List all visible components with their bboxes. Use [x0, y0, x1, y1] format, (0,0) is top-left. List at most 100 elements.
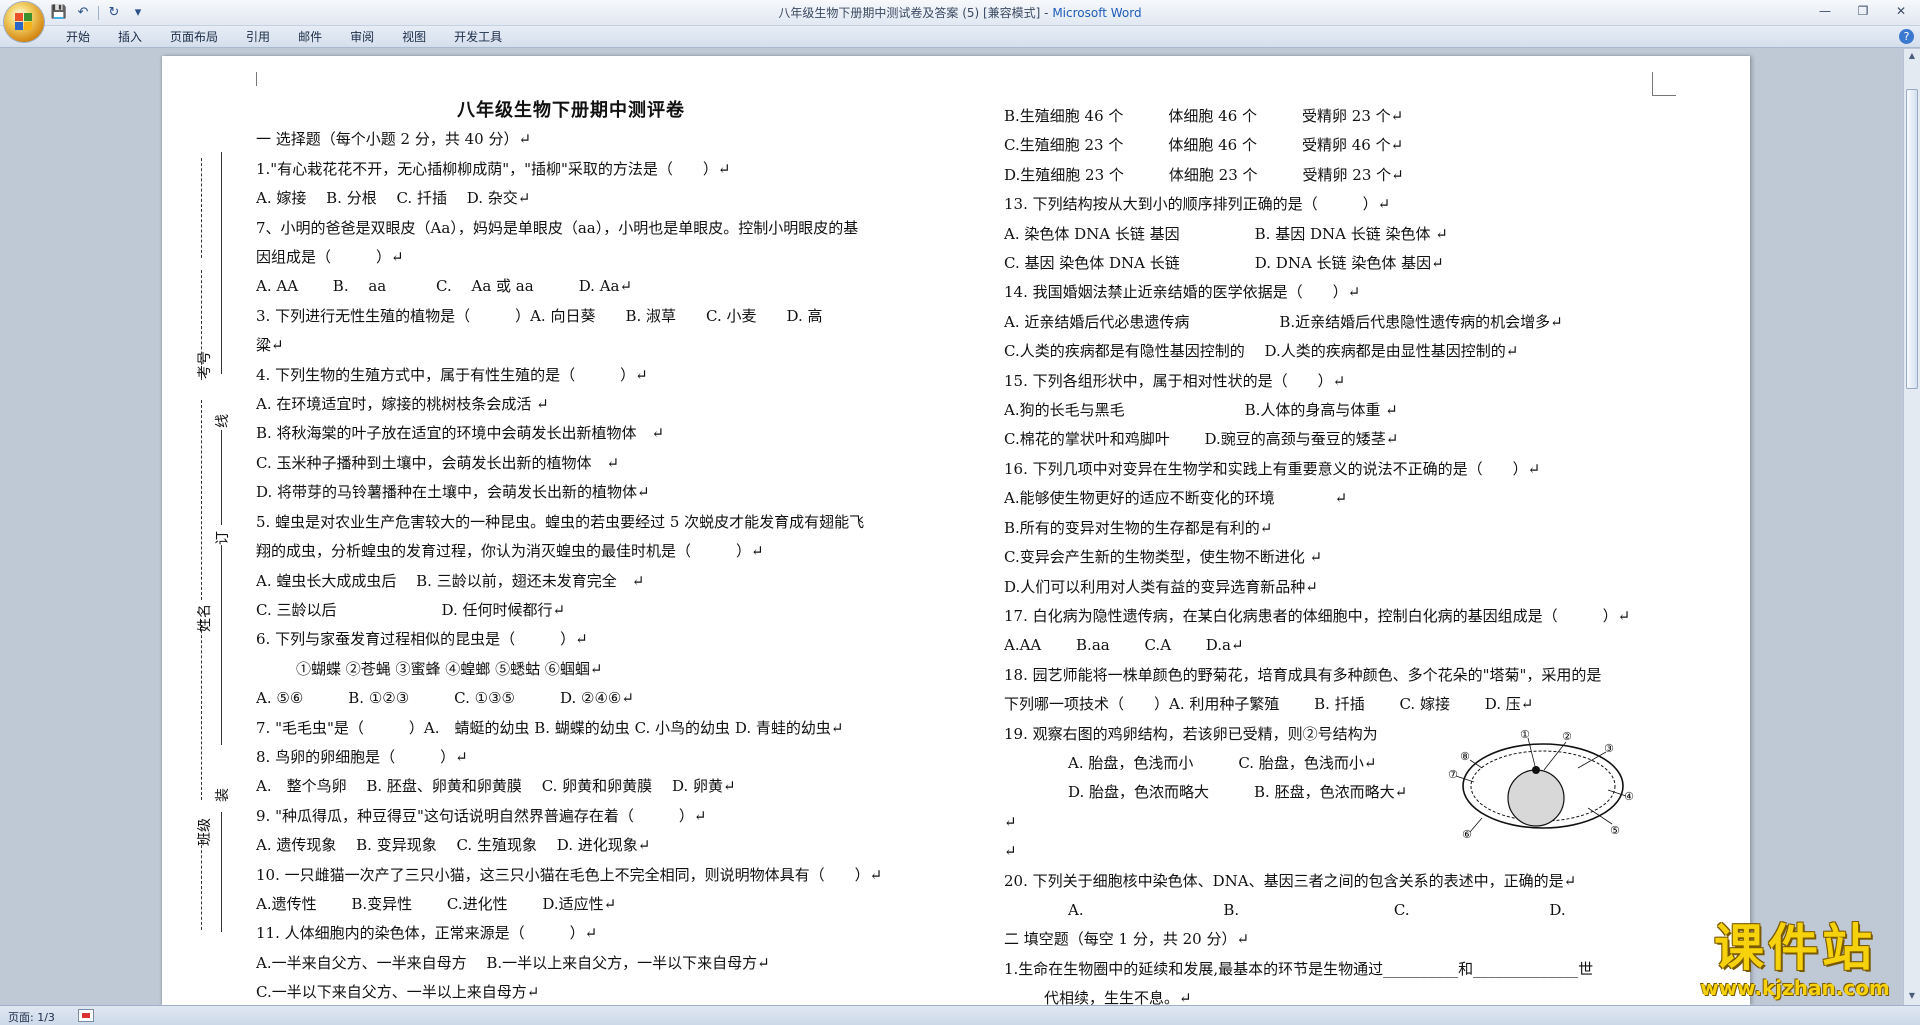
margin-start-mark: [256, 72, 257, 86]
left-line: C.一半以下来自父方、一半以上来自母方↵: [256, 983, 540, 1002]
margin-label-ding: 订: [215, 531, 231, 545]
right-line: 16. 下列几项中对变异在生物学和实践上有重要意义的说法不正确的是（ ）↵: [1004, 459, 1541, 478]
left-line: 7. "毛毛虫"是（ ）A. 蜻蜓的幼虫 B. 蝴蝶的幼虫 C. 小鸟的幼虫 D…: [256, 718, 844, 737]
right-line: C. 基因 染色体 DNA 长链 D. DNA 长链 染色体 基因↵: [1004, 254, 1444, 273]
right-line: 二 填空题（每空 1 分，共 20 分）↵: [1004, 930, 1250, 949]
left-line: A. 嫁接 B. 分根 C. 扦插 D. 杂交↵: [256, 189, 531, 208]
right-line: 20. 下列关于细胞核中染色体、DNA、基因三者之间的包含关系的表述中，正确的是…: [1004, 871, 1577, 890]
left-line: C. 玉米种子播种到土壤中，会萌发长出新的植物体 ↵: [256, 453, 620, 472]
binding-solid-line: [221, 430, 222, 525]
right-line: ↵: [1004, 842, 1017, 861]
right-line: A.AA B.aa C.A D.a↵: [1004, 636, 1244, 655]
tab-view[interactable]: 视图: [388, 29, 440, 45]
close-icon[interactable]: ✕: [1890, 2, 1912, 20]
right-line: A. 近亲结婚后代必患遗传病 B.近亲结婚后代患隐性遗传病的机会增多↵: [1004, 312, 1563, 331]
proofing-icon[interactable]: [78, 1009, 94, 1022]
left-line: 9. "种瓜得瓜，种豆得豆"这句话说明自然界普遍存在着（ ）↵: [256, 806, 707, 825]
tab-references[interactable]: 引用: [232, 29, 284, 45]
tab-page-layout[interactable]: 页面布局: [156, 29, 232, 45]
left-line: 6. 下列与家蚕发育过程相似的昆虫是（ ）↵: [256, 630, 588, 649]
left-line: A.遗传性 B.变异性 C.进化性 D.适应性↵: [256, 894, 617, 913]
watermark-url: www.kjzhan.com: [1700, 976, 1890, 1000]
egg-label-1: ①: [1520, 728, 1530, 741]
title-bar: 💾 ↶ ↻ ▾ 八年级生物下册期中测试卷及答案 (5) [兼容模式] - Mic…: [0, 0, 1920, 26]
right-line: D.人们可以利用对人类有益的变异选育新品种↵: [1004, 577, 1318, 596]
right-line: D.生殖细胞 23 个 体细胞 23 个 受精卵 23 个↵: [1004, 165, 1404, 184]
binding-solid-line: [221, 545, 222, 745]
right-line: 下列哪一项技术（ ）A. 利用种子繁殖 B. 扦插 C. 嫁接 D. 压↵: [1004, 695, 1534, 714]
restore-icon[interactable]: ❐: [1852, 2, 1874, 20]
tab-developer[interactable]: 开发工具: [440, 29, 516, 45]
margin-label-zhuang: 装: [215, 788, 231, 802]
left-line: A. ⑤⑥ B. ①②③ C. ①③⑤ D. ②④⑥↵: [256, 689, 634, 708]
right-line: A. 染色体 DNA 长链 基因 B. 基因 DNA 长链 染色体 ↵: [1004, 224, 1448, 243]
page-indicator[interactable]: 页面: 1/3: [8, 1009, 55, 1025]
left-line: 粱↵: [256, 336, 284, 355]
margin-label-exam-no: 考号: [197, 351, 213, 379]
binding-dash-line: [201, 400, 202, 600]
right-line: C.生殖细胞 23 个 体细胞 46 个 受精卵 46 个↵: [1004, 136, 1404, 155]
office-logo-part: [15, 22, 23, 30]
right-line: A.能够使生物更好的适应不断变化的环境 ↵: [1004, 489, 1348, 508]
right-line: 14. 我国婚姻法禁止近亲结婚的医学依据是（ ）↵: [1004, 283, 1361, 302]
right-line: C.棉花的掌状叶和鸡脚叶 D.豌豆的高颈与蚕豆的矮茎↵: [1004, 430, 1399, 449]
left-line: A. 蝗虫长大成成虫后 B. 三龄以前，翅还未发育完全 ↵: [256, 571, 645, 590]
left-line: A. 整个鸟卵 B. 胚盘、卵黄和卵黄膜 C. 卵黄和卵黄膜 D. 卵黄↵: [256, 777, 736, 796]
office-logo-part: [24, 22, 32, 30]
egg-label-3: ③: [1604, 742, 1614, 755]
left-line: D. 将带芽的马铃薯播种在土壤中，会萌发长出新的植物体↵: [256, 483, 650, 502]
right-line: 1.生命在生物圈中的延续和发展,最基本的环节是生物通过__________和__…: [1004, 959, 1594, 978]
left-line: 11. 人体细胞内的染色体，正常来源是（ ）↵: [256, 924, 598, 943]
app-name: Microsoft Word: [1052, 6, 1142, 20]
tab-mailings[interactable]: 邮件: [284, 29, 336, 45]
right-line: A.狗的长毛与黑毛 B.人体的身高与体重 ↵: [1004, 401, 1398, 420]
scroll-up-icon[interactable]: ▲: [1906, 51, 1918, 63]
ribbon-tabs: 开始 插入 页面布局 引用 邮件 审阅 视图 开发工具: [52, 29, 516, 45]
watermark-logo: 课件站 www.kjzhan.com: [1670, 920, 1920, 1002]
label-leader: [1543, 741, 1567, 771]
right-line: 18. 园艺师能将一株单颜色的野菊花，培育成具有多种颜色、多个花朵的"塔菊"，采…: [1004, 665, 1602, 684]
office-logo-part: [24, 13, 32, 21]
left-line: C. 三龄以后 D. 任何时候都行↵: [256, 600, 566, 619]
binding-dash-line: [201, 620, 202, 800]
help-icon[interactable]: ?: [1899, 29, 1914, 44]
right-line: 17. 白化病为隐性遗传病，在某白化病患者的体细胞中，控制白化病的基因组成是（ …: [1004, 606, 1631, 625]
right-column-lines: B.生殖细胞 46 个 体细胞 46 个 受精卵 23 个↵ C.生殖细胞 23 …: [1004, 102, 1664, 1014]
office-button[interactable]: [4, 2, 44, 42]
left-line: 7、小明的爸爸是双眼皮（Aa），妈妈是单眼皮（aa），小明也是单眼皮。控制小明眼…: [256, 218, 859, 237]
left-line: A. AA B. aa C. Aa 或 aa D. Aa↵: [256, 277, 633, 296]
document-title-heading: 八年级生物下册期中测评卷: [457, 100, 685, 121]
minimize-icon[interactable]: —: [1814, 2, 1836, 20]
tab-review[interactable]: 审阅: [336, 29, 388, 45]
left-line: 1."有心栽花花不开，无心插柳柳成荫"，"插柳"采取的方法是（ ）↵: [256, 159, 731, 178]
margin-label-name: 姓名: [197, 604, 213, 632]
right-line: C.人类的疾病都是有隐性基因控制的 D.人类的疾病都是由显性基因控制的↵: [1004, 342, 1519, 361]
label-leader: [1527, 737, 1537, 771]
egg-label-2: ②: [1562, 730, 1572, 743]
right-column: B.生殖细胞 46 个 体细胞 46 个 受精卵 23 个↵ C.生殖细胞 23 …: [1004, 102, 1664, 1014]
left-line: 翔的成虫，分析蝗虫的发育过程，你认为消灭蝗虫的最佳时机是（ ）↵: [256, 542, 764, 561]
tab-home[interactable]: 开始: [52, 29, 104, 45]
right-line: A. B. C. D.: [1068, 900, 1566, 919]
margin-label-line: 线: [215, 414, 231, 428]
tab-insert[interactable]: 插入: [104, 29, 156, 45]
left-line: B. 将秋海棠的叶子放在适宜的环境中会萌发长出新植物体 ↵: [256, 424, 665, 443]
watermark-text: 课件站: [1714, 919, 1876, 977]
right-line: B.所有的变异对生物的生存都是有利的↵: [1004, 518, 1273, 537]
left-column: 八年级生物下册期中测评卷 一 选择题（每个小题 2 分，共 40 分）↵ 1."有…: [256, 96, 906, 1008]
binding-dash-line: [201, 158, 202, 258]
left-line: A. 遗传现象 B. 变异现象 C. 生殖现象 D. 进化现象↵: [256, 836, 651, 855]
right-line: C.变异会产生新的生物类型，使生物不断进化 ↵: [1004, 548, 1323, 567]
right-line: 15. 下列各组形状中，属于相对性状的是（ ）↵: [1004, 371, 1346, 390]
status-bar: 页面: 1/3: [0, 1005, 1920, 1025]
right-line: B.生殖细胞 46 个 体细胞 46 个 受精卵 23 个↵: [1004, 107, 1404, 125]
left-column-lines: 一 选择题（每个小题 2 分，共 40 分）↵ 1."有心栽花花不开，无心插柳柳成…: [256, 125, 906, 1007]
scrollbar-thumb[interactable]: [1906, 89, 1918, 389]
egg-yolk: [1507, 769, 1565, 827]
left-line: 4. 下列生物的生殖方式中，属于有性生殖的是（ ）↵: [256, 365, 648, 384]
left-line: ①蝴蝶 ②苍蝇 ③蜜蜂 ④蝗螂 ⑤蟋蛄 ⑥蝈蝈↵: [296, 659, 603, 678]
left-line: 8. 鸟卵的卵细胞是（ ）↵: [256, 747, 468, 766]
ribbon: 开始 插入 页面布局 引用 邮件 审阅 视图 开发工具 ?: [0, 26, 1920, 48]
left-line: 因组成是（ ）↵: [256, 248, 404, 267]
vertical-scrollbar[interactable]: ▲ ▼: [1903, 49, 1920, 1005]
